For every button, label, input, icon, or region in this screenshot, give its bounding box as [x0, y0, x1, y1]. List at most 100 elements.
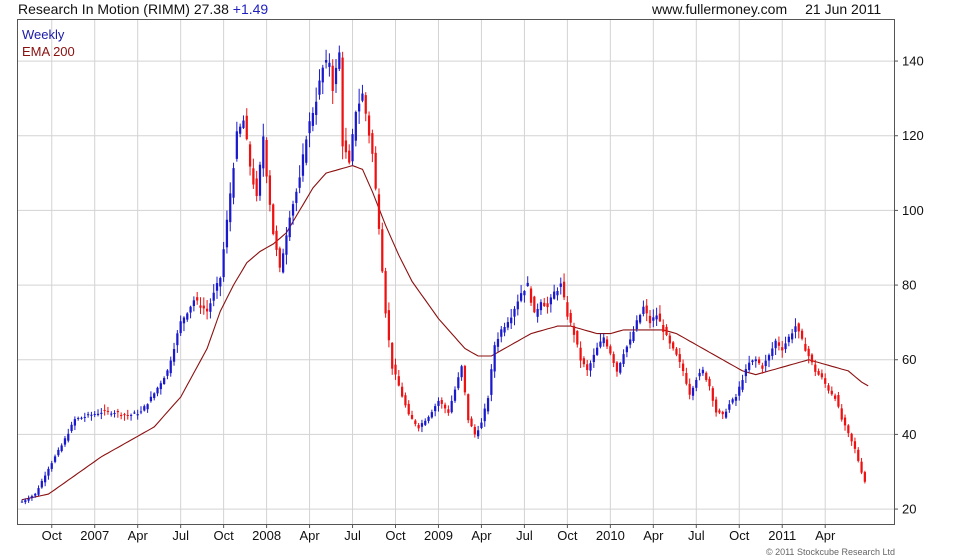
price-bar-body: [394, 364, 397, 375]
price-bar-body: [569, 313, 572, 323]
price-bar-body: [225, 219, 229, 248]
price-bar-body: [420, 423, 424, 427]
x-tick-label: 2007: [80, 528, 109, 543]
price-bar-body: [800, 330, 804, 339]
price-bar-body: [367, 115, 371, 136]
price-bar-body: [539, 302, 543, 311]
price-bar-body: [698, 372, 701, 377]
price-bar-body: [321, 67, 324, 83]
price-bar-body: [767, 355, 771, 361]
price-bar-body: [853, 441, 857, 449]
price-bar-body: [291, 204, 295, 216]
x-tick-label: 2008: [252, 528, 281, 543]
price-bar-body: [695, 379, 698, 388]
price-bar-body: [430, 412, 433, 418]
price-bar-body: [807, 348, 810, 357]
price-bar-body: [781, 347, 784, 351]
price-bar-body: [358, 103, 361, 112]
price-bar-body: [833, 395, 837, 399]
price-bar-body: [572, 325, 576, 335]
price-bar-body: [470, 418, 473, 427]
price-bar-body: [777, 342, 781, 346]
price-bar-body: [662, 324, 665, 332]
price-bar-body: [371, 133, 374, 154]
price-bar-body: [192, 300, 196, 307]
price-bar-body: [272, 204, 275, 234]
price-bar-body: [229, 193, 232, 223]
price-bar-body: [258, 164, 262, 196]
price-bar-body: [387, 310, 391, 341]
price-bar-body: [149, 396, 153, 402]
price-bar-body: [820, 373, 824, 378]
price-bar-body: [182, 317, 186, 324]
price-bar-body: [146, 404, 149, 410]
price-bar-body: [619, 363, 622, 373]
price-bar-body: [24, 500, 27, 503]
price-bar-body: [516, 301, 519, 310]
price-bar-body: [678, 354, 681, 362]
price-bar-body: [298, 177, 301, 188]
price-bar-body: [863, 472, 866, 482]
price-bar-body: [536, 308, 539, 317]
price-bar-body: [242, 120, 245, 128]
price-bar-body: [757, 359, 761, 364]
price-bar-body: [579, 347, 582, 361]
price-bar-body: [840, 408, 843, 420]
legend-weekly: Weekly: [22, 27, 65, 42]
price-bar-body: [652, 317, 655, 321]
price-bar-body: [645, 305, 648, 314]
price-bar-body: [582, 358, 586, 365]
price-bar-body: [63, 438, 67, 445]
price-bar-body: [113, 412, 116, 414]
price-bar-body: [774, 340, 777, 349]
price-bar-body: [176, 333, 179, 346]
price-bar-body: [648, 315, 652, 324]
price-bar-body: [169, 360, 172, 374]
price-bar-body: [665, 326, 668, 335]
price-bar-body: [53, 456, 57, 462]
price-bar-body: [794, 326, 797, 332]
price-bar-body: [83, 416, 86, 418]
price-bar-body: [106, 410, 110, 412]
price-bar-body: [262, 136, 265, 169]
price-bar-body: [308, 121, 311, 134]
price-bar-body: [86, 414, 90, 416]
price-bar-body: [364, 95, 367, 114]
price-bar-body: [632, 331, 635, 342]
price-bar-body: [252, 168, 255, 185]
price-bar-body: [328, 62, 331, 67]
price-bar-body: [771, 348, 774, 356]
price-bar-body: [447, 409, 450, 413]
price-bar-body: [424, 420, 427, 425]
price-bar-body: [212, 292, 215, 301]
price-bar-body: [248, 144, 252, 167]
price-bar-body: [506, 322, 510, 328]
price-bar-body: [133, 412, 136, 414]
price-bar-body: [615, 362, 619, 372]
price-bar-body: [860, 461, 863, 473]
price-bar-body: [549, 297, 552, 305]
price-bar-body: [73, 419, 77, 426]
price-bar-body: [40, 480, 43, 488]
price-bar-body: [245, 115, 248, 140]
price-bar-body: [163, 378, 166, 385]
price-bar-body: [110, 413, 113, 415]
x-tick-label: Jul: [344, 528, 361, 543]
price-bar-body: [824, 378, 827, 384]
price-bar-body: [153, 393, 156, 399]
price-bar-body: [477, 430, 480, 437]
price-bar-body: [377, 194, 381, 229]
price-bar-body: [215, 283, 219, 291]
price-bar-body: [847, 425, 850, 434]
price-bar-body: [295, 191, 298, 204]
price-bar-body: [714, 399, 718, 413]
x-tick-label: Apr: [299, 528, 320, 543]
price-bar-body: [90, 414, 93, 416]
price-bar-body: [205, 308, 209, 312]
price-bar-body: [526, 282, 529, 287]
price-bar-body: [460, 366, 463, 378]
price-bar-body: [827, 385, 830, 391]
price-bar-body: [437, 400, 440, 406]
price-bar-body: [513, 308, 516, 317]
price-bar-body: [486, 398, 490, 412]
